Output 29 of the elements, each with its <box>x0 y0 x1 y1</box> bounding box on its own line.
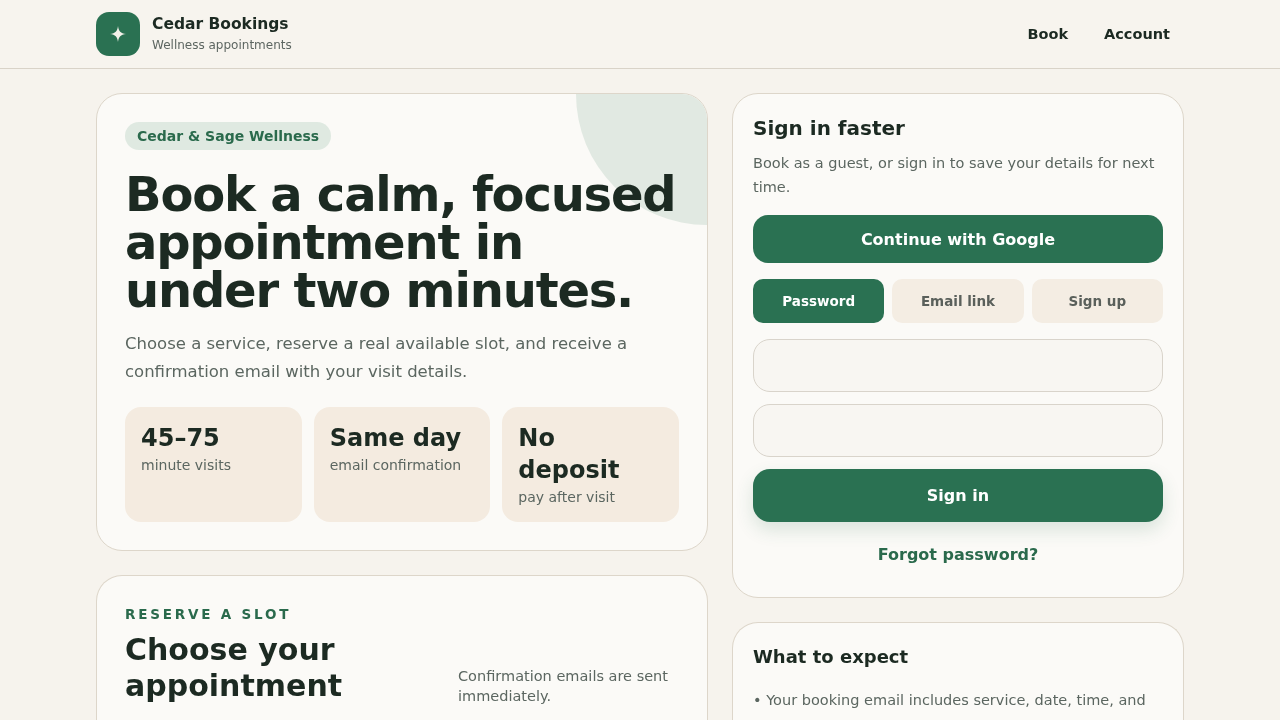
list-item: • Your booking email includes service, date, time, and <box>753 691 1147 710</box>
stat-label: pay after visit <box>518 488 616 507</box>
section-heading: Choose your appointment <box>125 632 344 704</box>
nav-link[interactable]: Book <box>1013 18 1083 50</box>
card-heading: Sign in faster <box>753 115 906 142</box>
section-note: Confirmation emails are sent immediately. <box>458 667 669 706</box>
nav-link[interactable]: Account <box>1090 18 1184 50</box>
tab[interactable]: Email link <box>892 279 1024 323</box>
sign-in-button[interactable]: Sign in <box>753 469 1163 522</box>
google-sign-in-button[interactable]: Continue with Google <box>753 215 1163 263</box>
card-heading: What to expect <box>753 645 910 669</box>
stat-value: 45–75 <box>141 423 221 454</box>
input-field[interactable] <box>753 404 1163 457</box>
section-kicker: RESERVE A SLOT <box>125 605 293 624</box>
stat-label: minute visits <box>141 456 232 475</box>
hero-description: Choose a service, reserve a real available slot, and receive a confirmation email with your visit details. <box>125 333 629 383</box>
hero-heading: Book a calm, focused appointment in under two minutes. <box>125 170 677 314</box>
stat-label: email confirmation <box>329 456 463 475</box>
sparkle-icon <box>96 12 140 56</box>
brand-tag: Cedar & Sage Wellness <box>125 122 332 150</box>
card-description: Book as a guest, or sign in to save your details for next time. <box>753 154 1156 197</box>
brand-tagline: Wellness appointments <box>152 37 292 54</box>
brand-name: Cedar Bookings <box>152 14 290 34</box>
stat-value: Same day <box>329 423 463 454</box>
stat-value: No deposit <box>518 423 621 486</box>
forgot-password-link[interactable]: Forgot password? <box>877 543 1039 567</box>
tab[interactable]: Sign up <box>1031 279 1163 323</box>
input-field[interactable] <box>753 339 1163 392</box>
tab[interactable]: Password <box>753 279 885 323</box>
